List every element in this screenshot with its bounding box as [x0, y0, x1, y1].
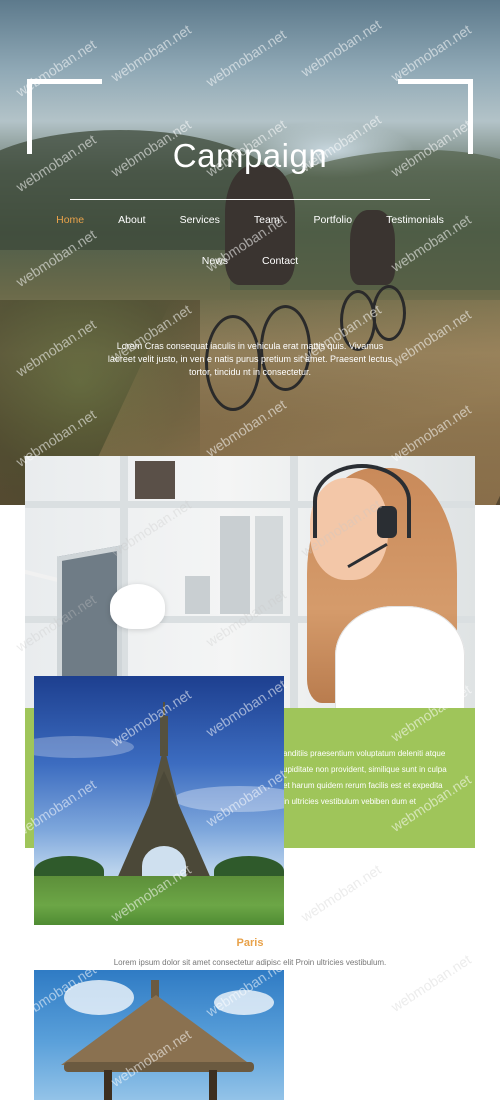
- feature-line: et harum quidem rerum facilis est et exp…: [283, 781, 443, 790]
- beach-hut-post: [209, 1070, 217, 1100]
- cloud: [34, 736, 134, 758]
- desk-lamp: [110, 584, 165, 629]
- title-divider: [70, 199, 430, 200]
- feature-line: upiditate non provident, similique sunt …: [283, 765, 447, 774]
- nav-testimonials[interactable]: Testimonials: [369, 214, 461, 226]
- nav-contact[interactable]: Contact: [245, 255, 315, 267]
- nav-portfolio[interactable]: Portfolio: [297, 214, 370, 226]
- hero-section: Campaign Home About Services Team Portfo…: [0, 0, 500, 505]
- watermark-text: webmoban.net: [298, 861, 384, 925]
- nav-team[interactable]: Team: [237, 214, 297, 226]
- grass-lawn: [34, 876, 284, 925]
- cyclist-figure: [340, 210, 410, 351]
- shelf-book: [135, 461, 175, 499]
- beach-hut: [64, 1062, 254, 1072]
- nav-home[interactable]: Home: [39, 214, 101, 226]
- beach-hut-roof: [61, 995, 251, 1065]
- feature-line: in ultricies vestibulum vebiben dum et: [283, 797, 416, 806]
- gallery-item-title[interactable]: Paris: [0, 937, 500, 949]
- operator-shirt: [335, 606, 465, 708]
- shelf: [290, 456, 298, 708]
- headset-earpiece: [377, 506, 397, 538]
- site-title: Campaign: [172, 137, 328, 174]
- nav-about[interactable]: About: [101, 214, 162, 226]
- gallery-item-caption: Lorem ipsum dolor sit amet consectetur a…: [113, 958, 387, 967]
- nav-services[interactable]: Services: [163, 214, 237, 226]
- feature-line: anditiis praesentium voluptatum deleniti…: [283, 749, 446, 758]
- shelf-book: [220, 516, 250, 614]
- shelf-book: [185, 576, 210, 614]
- hero-description: Lorem Cras consequat iaculis in vehicula…: [107, 341, 393, 377]
- paris-eiffel-photo[interactable]: [34, 676, 284, 925]
- main-nav-row2: News Contact: [0, 255, 500, 267]
- nav-news[interactable]: News: [185, 255, 245, 267]
- support-operator-photo: [25, 456, 475, 708]
- beach-hut-photo[interactable]: [34, 970, 284, 1100]
- main-nav: Home About Services Team Portfolio Testi…: [0, 214, 500, 226]
- shelf-book: [255, 516, 283, 614]
- beach-hut-post: [104, 1070, 112, 1100]
- feature-panel-text: anditiis praesentium voluptatum deleniti…: [283, 746, 453, 810]
